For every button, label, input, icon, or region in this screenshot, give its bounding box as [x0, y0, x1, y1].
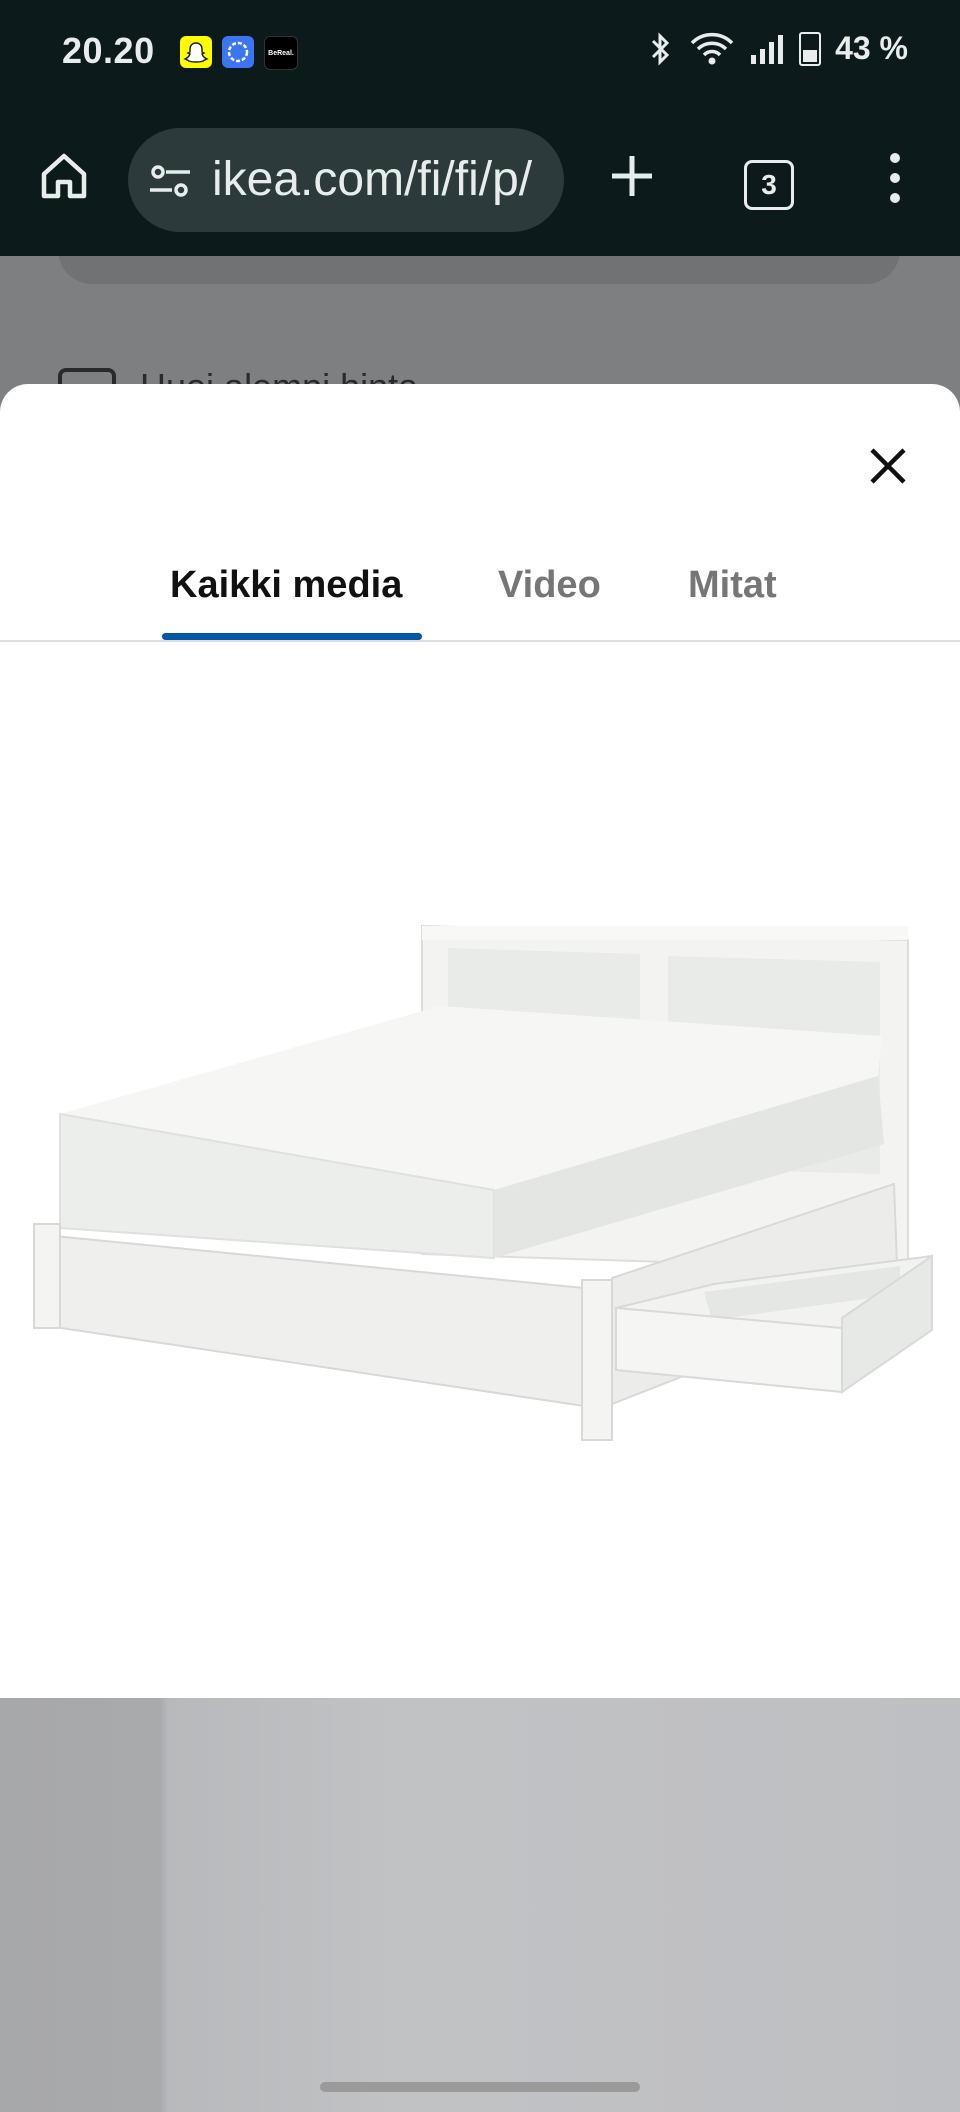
tab-video[interactable]: Video [498, 564, 601, 607]
home-icon[interactable] [36, 148, 92, 204]
site-settings-icon[interactable] [148, 164, 192, 198]
signal-app-icon [222, 36, 254, 68]
address-bar[interactable]: ikea.com/fi/fi/p/ [128, 128, 564, 232]
gesture-nav-handle[interactable] [320, 2082, 640, 2092]
active-tab-indicator [162, 633, 422, 640]
more-options-icon[interactable] [880, 148, 910, 208]
page-behind-overlay: Huoi alempi hinta [0, 256, 960, 386]
tab-dimensions[interactable]: Mitat [688, 564, 777, 607]
media-tabs: Kaikki media Video Mitat [0, 534, 960, 642]
bereal-icon: BeReal. [264, 36, 298, 70]
tab-switcher-button[interactable]: 3 [744, 160, 794, 210]
close-icon[interactable] [860, 438, 916, 494]
product-image-bed[interactable] [0, 644, 960, 1696]
url-text[interactable]: ikea.com/fi/fi/p/ [212, 152, 532, 207]
wifi-icon [690, 32, 734, 64]
browser-toolbar: ikea.com/fi/fi/p/ 3 [0, 108, 960, 256]
bluetooth-icon [652, 31, 670, 66]
status-bar: 20.20 BeReal. 43 % [0, 0, 960, 108]
battery-icon [799, 31, 822, 66]
background-checkbox-label: Huoi alempi hinta [140, 366, 418, 386]
cellular-signal-icon [751, 34, 784, 64]
media-modal: Kaikki media Video Mitat [0, 384, 960, 2112]
snapchat-icon [180, 36, 212, 68]
product-image-room[interactable] [0, 1698, 960, 2112]
background-pill [58, 256, 900, 284]
status-time: 20.20 [62, 30, 155, 71]
new-tab-button[interactable] [600, 144, 664, 208]
battery-percentage: 43 % [835, 30, 908, 66]
plus-icon [612, 156, 652, 196]
tab-all-media[interactable]: Kaikki media [170, 564, 402, 607]
